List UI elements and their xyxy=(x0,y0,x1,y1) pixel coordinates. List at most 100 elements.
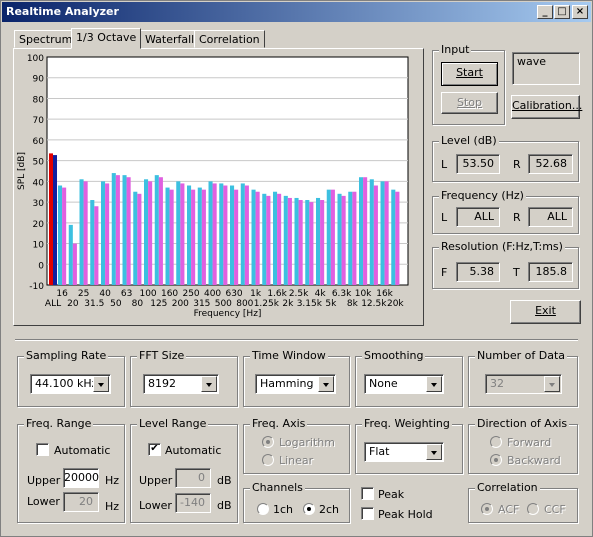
level-range-label: Level Range xyxy=(137,417,209,430)
2ch-radio[interactable] xyxy=(303,503,315,515)
bar-l xyxy=(305,200,310,285)
x-tick-label: 630 xyxy=(225,289,242,299)
peak-hold-checkbox[interactable] xyxy=(361,507,374,520)
bar-r xyxy=(277,193,282,285)
y-tick-label: 80 xyxy=(33,95,45,105)
frequency-l-label: L xyxy=(441,211,448,224)
freq-weighting-value: Flat xyxy=(369,445,390,458)
y-tick-label: 60 xyxy=(33,137,45,147)
input-group-label: Input xyxy=(439,43,472,56)
ccf-radio[interactable] xyxy=(527,503,539,515)
freq-range-lower-input[interactable]: 20 xyxy=(63,492,99,512)
tab-spectrum[interactable]: Spectrum xyxy=(14,30,78,48)
tab-third-octave[interactable]: 1/3 Octave xyxy=(71,28,142,49)
bar-r xyxy=(169,189,174,285)
peak-label: Peak xyxy=(378,488,405,501)
time-window-label: Time Window xyxy=(250,349,328,362)
bar-l xyxy=(187,185,192,285)
level-range-upper-label: Upper xyxy=(139,474,173,487)
freq-weighting-select[interactable]: Flat xyxy=(364,442,444,462)
correlation-label: Correlation xyxy=(475,481,540,494)
frequency-r-value: ALL xyxy=(528,207,573,227)
x-tick-label: 1.6k xyxy=(267,289,287,299)
level-range-upper-input[interactable]: 0 xyxy=(175,468,211,488)
freq-range-automatic-checkbox[interactable] xyxy=(36,443,49,456)
bar-l xyxy=(273,191,278,285)
bar-l xyxy=(380,181,385,285)
level-r-label: R xyxy=(513,158,521,171)
y-tick-label: 50 xyxy=(33,158,45,168)
backward-label: Backward xyxy=(507,454,561,467)
stop-button[interactable]: Stop xyxy=(441,92,498,114)
1ch-label: 1ch xyxy=(273,503,294,516)
linear-radio[interactable] xyxy=(262,454,274,466)
calibration-button[interactable]: Calibration... xyxy=(511,95,582,119)
main-window: Realtime Analyzer _ □ × Spectrum 1/3 Oct… xyxy=(0,0,593,537)
chevron-down-icon[interactable] xyxy=(544,376,560,392)
bar-all-r xyxy=(53,155,57,285)
fft-size-label: FFT Size xyxy=(137,349,187,362)
bar-all-l xyxy=(49,153,53,285)
start-button[interactable]: Start xyxy=(441,62,498,86)
exit-button[interactable]: Exit xyxy=(510,300,581,324)
peak-checkbox[interactable] xyxy=(361,487,374,500)
bar-l xyxy=(90,200,95,285)
bar-r xyxy=(212,183,217,285)
acf-radio[interactable] xyxy=(481,503,493,515)
fft-size-select[interactable]: 8192 xyxy=(143,374,219,394)
chevron-down-icon[interactable] xyxy=(201,376,217,392)
minimize-icon[interactable]: _ xyxy=(537,5,553,19)
x-tick-label: 200 xyxy=(172,299,189,309)
level-range-automatic-checkbox[interactable]: ✔ xyxy=(148,443,161,456)
direction-label: Direction of Axis xyxy=(475,417,570,430)
acf-label: ACF xyxy=(498,503,520,516)
bar-r xyxy=(105,183,110,285)
forward-radio[interactable] xyxy=(490,436,502,448)
freq-range-label: Freq. Range xyxy=(24,417,94,430)
tab-waterfall[interactable]: Waterfall xyxy=(140,30,200,48)
x-tick-label: 12.5k xyxy=(361,299,387,309)
logarithm-label: Logarithm xyxy=(279,436,335,449)
y-axis-label: SPL [dB] xyxy=(17,152,27,190)
chevron-down-icon[interactable] xyxy=(93,376,109,392)
bar-r xyxy=(384,181,389,285)
resolution-t-value: 185.8 xyxy=(528,262,573,282)
bar-l xyxy=(369,179,374,285)
bar-r xyxy=(72,243,77,285)
level-r-value: 52.68 xyxy=(528,154,573,174)
x-tick-label: ALL xyxy=(45,299,61,309)
freq-range-upper-input[interactable]: 20000 xyxy=(63,468,99,488)
bar-l xyxy=(197,187,202,285)
chevron-down-icon[interactable] xyxy=(318,376,334,392)
bar-l xyxy=(122,175,127,285)
sampling-rate-label: Sampling Rate xyxy=(24,349,109,362)
tab-correlation[interactable]: Correlation xyxy=(194,30,265,48)
chevron-down-icon[interactable] xyxy=(426,444,442,460)
x-tick-label: 80 xyxy=(132,299,144,309)
x-tick-label: 6.3k xyxy=(332,289,352,299)
backward-radio[interactable] xyxy=(490,454,502,466)
x-tick-label: 160 xyxy=(161,289,178,299)
bar-l xyxy=(262,193,267,285)
smoothing-select[interactable]: None xyxy=(364,374,444,394)
time-window-value: Hamming xyxy=(260,377,314,390)
window-title: Realtime Analyzer xyxy=(6,5,119,18)
freq-axis-label: Freq. Axis xyxy=(250,417,308,430)
x-tick-label: 125 xyxy=(150,299,167,309)
y-tick-label: 30 xyxy=(33,199,45,209)
maximize-icon[interactable]: □ xyxy=(554,5,570,19)
channels-label: Channels xyxy=(250,481,305,494)
x-tick-label: 4k xyxy=(315,289,327,299)
close-icon[interactable]: × xyxy=(572,5,588,19)
time-window-select[interactable]: Hamming xyxy=(255,374,336,394)
bar-l xyxy=(359,177,364,285)
level-range-lower-input[interactable]: -140 xyxy=(175,493,211,513)
level-range-upper-unit: dB xyxy=(217,474,232,487)
logarithm-radio[interactable] xyxy=(262,436,274,448)
bar-r xyxy=(180,183,185,285)
chevron-down-icon[interactable] xyxy=(426,376,442,392)
x-tick-label: 5k xyxy=(325,299,337,309)
1ch-radio[interactable] xyxy=(257,503,269,515)
sampling-rate-select[interactable]: 44.100 kHz xyxy=(30,374,111,394)
number-of-data-select[interactable]: 32 xyxy=(485,374,562,394)
